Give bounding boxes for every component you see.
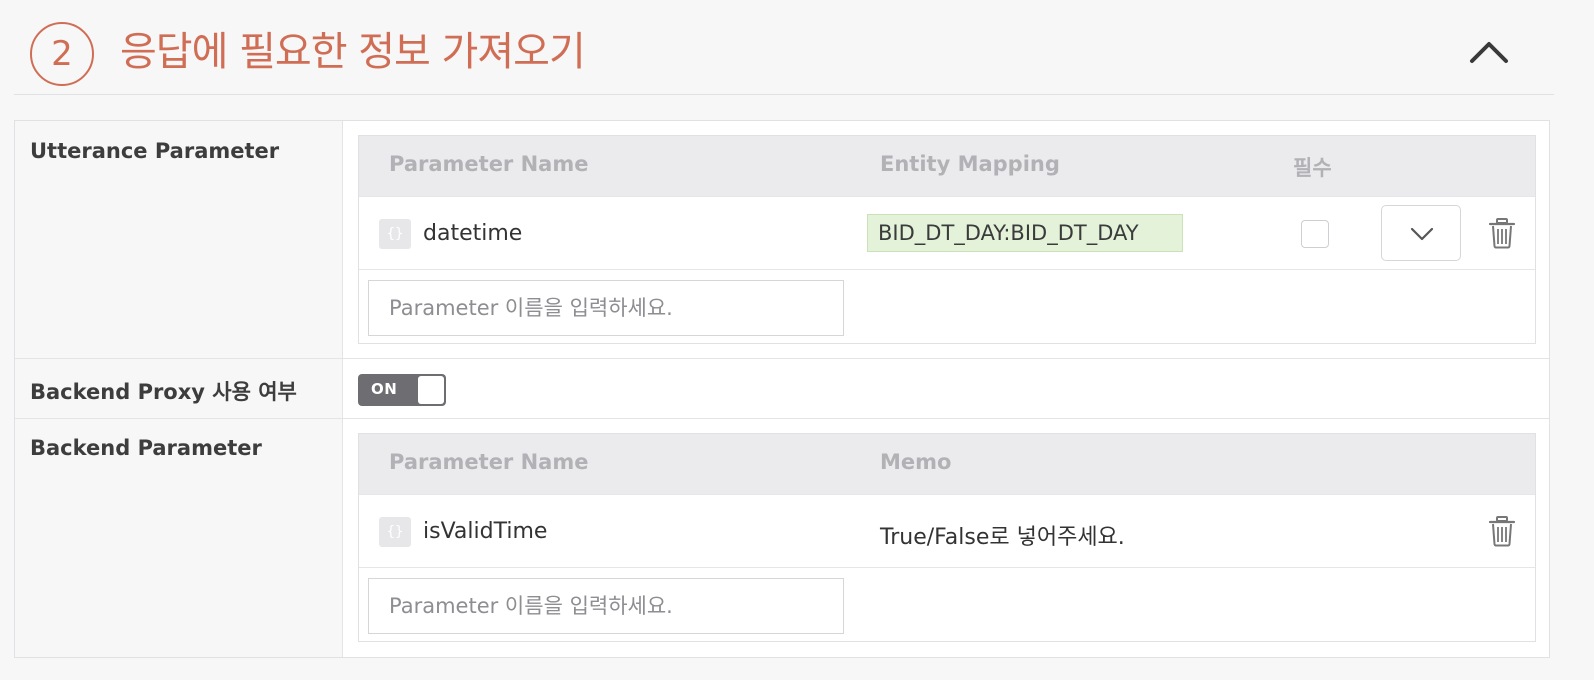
backend-proxy-toggle[interactable]: ON [358,374,446,406]
column-header-memo: Memo [880,450,952,474]
section-title: 응답에 필요한 정보 가져오기 [120,29,586,75]
entity-dropdown-button[interactable] [1381,205,1461,261]
trash-icon [1488,516,1516,547]
utterance-parameter-input[interactable] [368,280,844,336]
table-header: Parameter Name Memo [359,434,1535,494]
braces-icon: {} [379,517,411,547]
trash-icon [1488,218,1516,249]
table-row: {} isValidTime True/False로 넣어주세요. [359,494,1535,568]
row-divider [15,358,1549,359]
parameter-memo: True/False로 넣어주세요. [880,525,1125,550]
required-checkbox[interactable] [1301,220,1329,248]
backend-proxy-label: Backend Proxy 사용 여부 [30,380,297,404]
column-header-entity-mapping: Entity Mapping [880,152,1060,176]
parameter-name: isValidTime [423,519,548,544]
column-header-parameter-name: Parameter Name [389,152,589,176]
section-header: 2 응답에 필요한 정보 가져오기 [14,0,1554,95]
backend-parameter-input[interactable] [368,578,844,634]
backend-parameter-table: Parameter Name Memo {} isValidTime True/… [358,433,1536,642]
column-header-parameter-name: Parameter Name [389,450,589,474]
parameter-form-panel: Utterance Parameter Backend Proxy 사용 여부 … [14,120,1550,658]
collapse-section-button[interactable] [1464,28,1514,78]
step-number-badge: 2 [30,22,94,86]
braces-icon: {} [379,219,411,249]
parameter-name: datetime [423,221,523,246]
delete-parameter-button[interactable] [1487,515,1517,547]
utterance-parameter-label: Utterance Parameter [30,139,280,163]
toggle-knob [418,376,444,404]
column-header-required: 필수 [1293,156,1332,180]
backend-parameter-label: Backend Parameter [30,436,262,460]
table-row: {} datetime BID_DT_DAY:BID_DT_DAY [359,196,1535,270]
chevron-up-icon [1470,42,1508,63]
toggle-state-label: ON [371,380,398,398]
delete-parameter-button[interactable] [1487,217,1517,249]
table-header: Parameter Name Entity Mapping 필수 [359,136,1535,196]
entity-mapping-chip[interactable]: BID_DT_DAY:BID_DT_DAY [867,214,1183,252]
utterance-parameter-table: Parameter Name Entity Mapping 필수 {} date… [358,135,1536,344]
chevron-down-icon [1410,227,1434,241]
row-divider [15,418,1549,419]
